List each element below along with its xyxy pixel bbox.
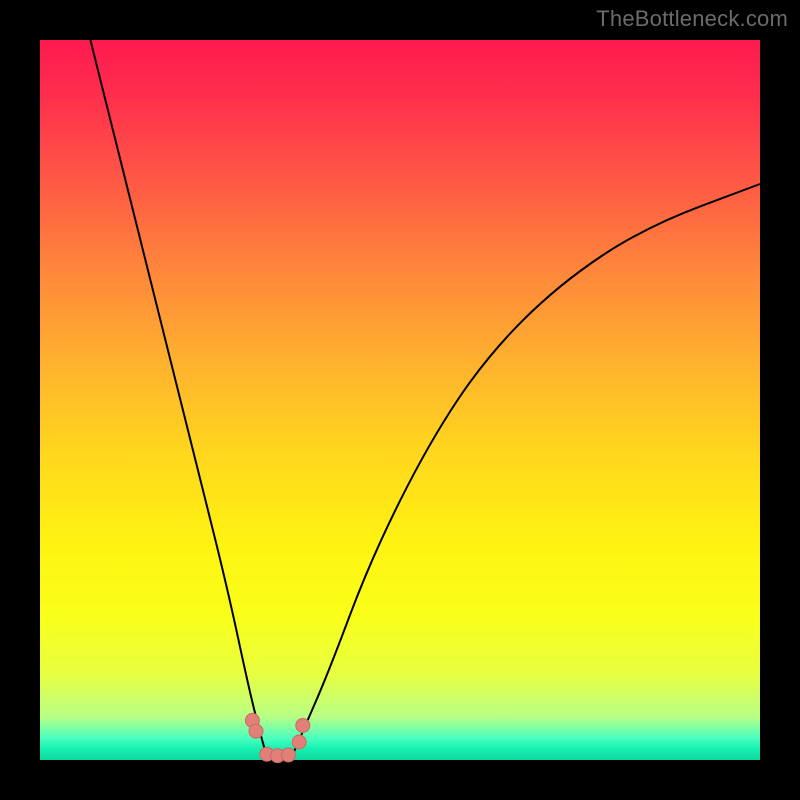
data-point	[292, 735, 306, 749]
data-point	[249, 724, 263, 738]
plot-svg	[40, 40, 760, 760]
left-curve	[90, 40, 266, 756]
marker-group	[245, 713, 309, 762]
data-point	[296, 718, 310, 732]
right-curve	[292, 184, 760, 756]
plot-frame	[40, 40, 760, 760]
data-point	[281, 748, 295, 762]
watermark-text: TheBottleneck.com	[596, 6, 788, 32]
